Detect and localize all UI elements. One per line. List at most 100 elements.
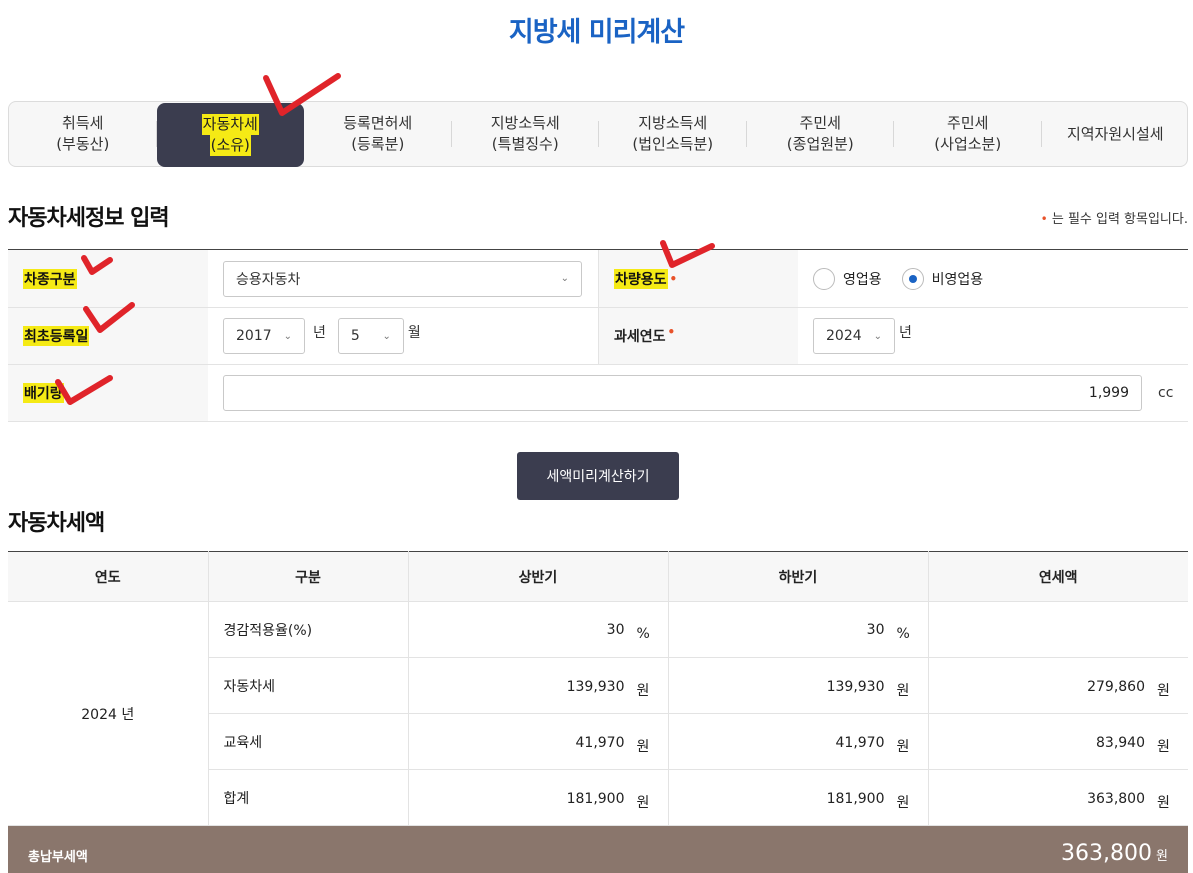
tab-regional-resource-tax[interactable]: 지역자원시설세 <box>1042 102 1190 166</box>
total-value-wrap: 363,800 원 <box>1061 841 1168 866</box>
header-annual: 연세액 <box>927 551 1188 602</box>
tab-sublabel: (특별징수) <box>491 135 559 153</box>
tab-resident-tax-employee[interactable]: 주민세 (종업원분) <box>747 102 895 166</box>
reg-month-unit: 월 <box>407 325 421 341</box>
chevron-down-icon: ⌄ <box>283 330 292 342</box>
first-half-value: 139,930 <box>566 678 625 695</box>
radio-noncommercial-label: 비영업용 <box>931 271 984 288</box>
tab-vehicle-tax[interactable]: 자동차세 (소유) <box>156 103 304 167</box>
page-title: 지방세 미리계산 <box>508 17 685 48</box>
unit: 원 <box>636 738 650 755</box>
vehicle-type-label-text: 차종구분 <box>23 268 77 289</box>
tab-label: 등록면허세 <box>343 114 413 132</box>
vehicle-type-select[interactable]: 승용자동차 ⌄ <box>223 260 582 297</box>
tab-label: 주민세 <box>799 114 841 132</box>
result-title: 자동차세액 <box>8 511 105 536</box>
displacement-unit: cc <box>1158 385 1174 401</box>
row-label: 자동차세 <box>207 657 408 714</box>
reg-year-value: 2017 <box>236 328 272 344</box>
second-half-cell: 139,930 원 <box>667 657 928 714</box>
annual-cell: 279,860 원 <box>927 657 1188 714</box>
reg-year-select[interactable]: 2017 ⌄ <box>223 318 305 354</box>
required-dot-icon: • <box>1040 212 1048 226</box>
radio-commercial-label: 영업용 <box>843 271 882 288</box>
calculate-button[interactable]: 세액미리계산하기 <box>517 452 679 500</box>
annual-value: 279,860 <box>1087 678 1145 695</box>
tab-local-income-tax-corporate[interactable]: 지방소득세 (법인소득분) <box>599 102 747 166</box>
unit: 원 <box>896 682 910 699</box>
tab-sublabel: (사업소분) <box>934 135 1002 153</box>
tax-year-unit: 년 <box>899 325 912 341</box>
tab-sublabel: (법인소득분) <box>632 135 714 153</box>
radio-commercial[interactable] <box>813 267 835 290</box>
reg-month-select[interactable]: 5 ⌄ <box>337 318 404 354</box>
header-year: 연도 <box>8 551 208 602</box>
first-reg-label: 최초등록일 <box>8 308 208 364</box>
second-half-value: 181,900 <box>826 790 885 807</box>
unit: 원 <box>1157 794 1170 811</box>
second-half-value: 30 <box>866 621 885 638</box>
annual-cell <box>927 601 1188 658</box>
tab-resident-tax-business[interactable]: 주민세 (사업소분) <box>894 102 1042 166</box>
reg-year-unit: 년 <box>313 325 326 341</box>
table-header-row: 연도 구분 상반기 하반기 연세액 <box>8 551 1188 602</box>
first-reg-label-text: 최초등록일 <box>23 326 90 346</box>
second-half-cell: 181,900 원 <box>667 769 928 826</box>
total-value: 363,800 <box>1061 841 1153 866</box>
first-half-value: 41,970 <box>575 734 625 751</box>
form-row: 차종구분 승용자동차 ⌄ 차량용도 • 영업용 비영업용 <box>8 250 1188 308</box>
annual-value: 363,800 <box>1087 790 1145 807</box>
unit: % <box>896 625 910 642</box>
annual-value: 83,940 <box>1096 734 1145 751</box>
tab-label: 지방소득세 <box>638 114 708 132</box>
header-second-half: 하반기 <box>667 551 928 602</box>
annual-cell: 363,800 원 <box>927 769 1188 826</box>
tab-sublabel: (등록분) <box>351 135 405 153</box>
header-first-half: 상반기 <box>407 551 668 602</box>
displacement-label: 배기량 <box>8 365 208 421</box>
second-half-cell: 41,970 원 <box>667 713 928 770</box>
first-half-cell: 139,930 원 <box>407 657 668 714</box>
tab-label: 취득세 <box>62 114 104 132</box>
required-dot-icon: • <box>667 325 676 339</box>
vehicle-use-cell: 영업용 비영업용 <box>798 250 1188 307</box>
first-half-cell: 41,970 원 <box>407 713 668 770</box>
unit: 원 <box>1157 738 1170 755</box>
tab-acquisition-tax[interactable]: 취득세 (부동산) <box>9 102 157 166</box>
year-cell: 2024 년 <box>8 601 208 826</box>
radio-noncommercial[interactable] <box>901 267 924 290</box>
tax-year-cell: 2024 ⌄ 년 <box>798 308 1188 364</box>
tax-year-value: 2024 <box>826 328 862 344</box>
tax-year-label: 과세연도 • <box>598 308 798 364</box>
tab-label: 주민세 <box>947 114 989 132</box>
total-unit: 원 <box>1156 849 1168 864</box>
total-label: 총납부세액 <box>28 850 88 865</box>
form-title: 자동차세정보 입력 <box>8 206 170 231</box>
result-table: 연도 구분 상반기 하반기 연세액 2024 년 경감적용율(%) 30% 30… <box>8 551 1188 826</box>
form-row: 최초등록일 2017 ⌄ 년 5 ⌄ 월 과세연도 • 2024 ⌄ 년 <box>8 308 1188 365</box>
tab-label: 지방소득세 <box>490 114 560 132</box>
required-note-text: 는 필수 입력 항목입니다. <box>1051 212 1188 227</box>
tab-registration-tax[interactable]: 등록면허세 (등록분) <box>304 102 452 166</box>
row-label: 교육세 <box>207 713 408 770</box>
unit: 원 <box>636 794 650 811</box>
tax-year-label-text: 과세연도 <box>614 329 666 345</box>
first-half-value: 30 <box>606 621 625 638</box>
vehicle-use-radios: 영업용 비영업용 <box>813 267 984 290</box>
unit: 원 <box>896 738 910 755</box>
first-half-cell: 30% <box>407 601 668 658</box>
second-half-value: 139,930 <box>826 678 885 695</box>
unit: 원 <box>896 794 910 811</box>
displacement-cell: 1,999 cc <box>208 365 1188 421</box>
vehicle-use-label-text: 차량용도 <box>614 268 668 289</box>
tab-label: 자동차세 <box>201 114 259 135</box>
displacement-input[interactable]: 1,999 <box>223 375 1142 411</box>
annual-cell: 83,940 원 <box>927 713 1188 770</box>
tab-local-income-tax-withholding[interactable]: 지방소득세 (특별징수) <box>452 102 600 166</box>
second-half-cell: 30% <box>667 601 928 658</box>
reg-month-value: 5 <box>350 328 360 344</box>
tax-tabs: 취득세 (부동산) 자동차세 (소유) 등록면허세 (등록분) 지방소득세 (특… <box>8 101 1188 167</box>
tax-year-select[interactable]: 2024 ⌄ <box>813 318 895 354</box>
table-row: 2024 년 경감적용율(%) 30% 30% <box>8 601 1188 826</box>
chevron-down-icon: ⌄ <box>873 330 882 342</box>
